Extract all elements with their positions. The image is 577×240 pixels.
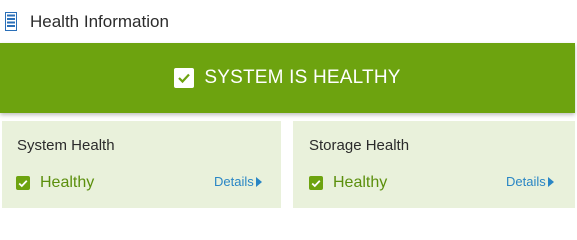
caret-right-icon [547, 176, 554, 187]
system-health-card: System Health Healthy Details [2, 121, 281, 208]
check-icon [174, 68, 195, 88]
panel-header: Health Information [0, 0, 577, 44]
server-icon [5, 12, 17, 31]
health-information-panel: Health Information SYSTEM IS HEALTHY Sys… [0, 0, 577, 208]
status-indicator: Healthy [16, 174, 94, 192]
storage-health-card: Storage Health Healthy Details [293, 121, 575, 208]
check-icon [309, 176, 323, 190]
details-label: Details [506, 174, 546, 189]
storage-health-details-link[interactable]: Details [506, 174, 554, 189]
system-health-details-link[interactable]: Details [214, 174, 262, 189]
card-title: Storage Health [309, 137, 410, 154]
status-text: Healthy [333, 174, 388, 191]
caret-right-icon [255, 176, 262, 187]
banner-status-text: SYSTEM IS HEALTHY [204, 67, 401, 88]
system-health-banner: SYSTEM IS HEALTHY [0, 43, 575, 113]
page-title: Health Information [30, 12, 169, 31]
status-text: Healthy [40, 174, 95, 191]
check-icon [16, 176, 30, 190]
status-indicator: Healthy [309, 174, 387, 192]
details-label: Details [214, 174, 254, 189]
card-title: System Health [17, 137, 115, 154]
